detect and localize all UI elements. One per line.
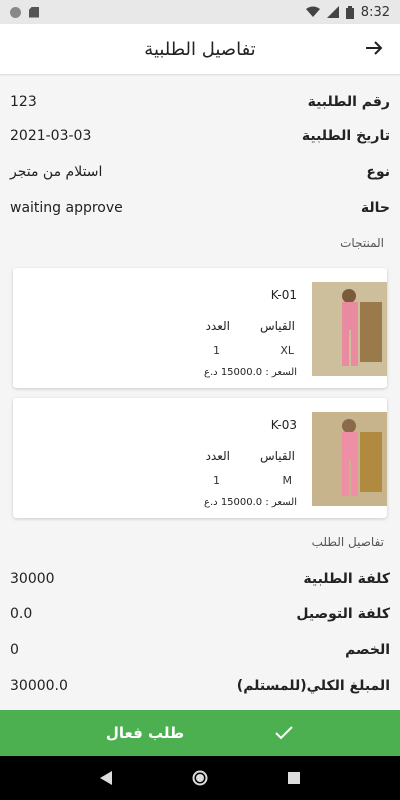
signal-icon	[326, 6, 339, 18]
order-date-label: تاريخ الطلبية	[301, 128, 390, 144]
product-qty-value: 1	[213, 474, 220, 487]
order-type-value: استلام من متجر	[10, 164, 103, 180]
product-price-label: السعر :	[265, 497, 297, 508]
active-order-button[interactable]: طلب فعال	[0, 710, 400, 756]
delivery-cost-value: 0.0	[10, 606, 33, 622]
product-price-currency: د.ع	[204, 367, 218, 378]
nav-recents-icon[interactable]	[288, 772, 300, 784]
products-section-title: المنتجات	[340, 236, 384, 250]
product-qty-label: العدد	[205, 449, 230, 463]
product-size-value: M	[282, 474, 293, 487]
order-number-value: 123	[10, 94, 37, 110]
discount-row: الخصم 0	[10, 637, 390, 663]
back-button[interactable]	[362, 36, 386, 60]
order-status-label: حالة	[360, 200, 390, 216]
total-amount-value: 30000.0	[10, 678, 68, 694]
active-order-label: طلب فعال	[105, 724, 185, 742]
arrow-right-icon	[366, 41, 383, 55]
product-price-line: السعر : 15000.0 د.ع	[204, 367, 297, 378]
order-date-value: 2021-03-03	[10, 128, 92, 144]
delivery-cost-label: كلفة التوصيل	[296, 606, 390, 622]
product-code: K-01	[270, 288, 297, 302]
order-date-row: تاريخ الطلبية 2021-03-03	[10, 123, 390, 149]
order-cost-label: كلفة الطلبية	[303, 571, 390, 587]
order-type-row: نوع استلام من متجر	[10, 159, 390, 185]
status-right: 8:32	[305, 4, 390, 20]
total-amount-label: المبلغ الكلي(للمستلم)	[236, 678, 390, 694]
sd-card-icon	[29, 6, 39, 18]
product-code: K-03	[270, 418, 297, 432]
wifi-icon	[305, 6, 320, 17]
order-cost-value: 30000	[10, 571, 55, 587]
page-title: تفاصيل الطلبية	[144, 38, 256, 60]
discount-label: الخصم	[345, 642, 390, 658]
status-bar: 8:32	[0, 0, 400, 24]
order-details-section-title: تفاصيل الطلب	[311, 535, 384, 549]
delivery-cost-row: كلفة التوصيل 0.0	[10, 601, 390, 627]
notification-dot-icon	[10, 6, 21, 18]
order-status-row: حالة waiting approve	[10, 195, 390, 221]
check-icon	[275, 726, 293, 740]
product-qty-value: 1	[213, 344, 220, 357]
order-cost-row: كلفة الطلبية 30000	[10, 566, 390, 592]
product-card[interactable]: K-01 القياس العدد XL 1 السعر : 15000.0 د…	[13, 268, 387, 388]
order-status-value: waiting approve	[10, 200, 123, 216]
status-time: 8:32	[360, 4, 390, 20]
product-card[interactable]: K-03 القياس العدد M 1 السعر : 15000.0 د.…	[13, 398, 387, 518]
product-image	[312, 282, 387, 376]
order-type-label: نوع	[366, 164, 390, 180]
product-size-value: XL	[280, 344, 294, 357]
system-nav-bar	[0, 756, 400, 800]
product-price-value: 15000.0	[220, 497, 263, 508]
nav-back-icon[interactable]	[100, 771, 112, 785]
battery-icon	[345, 5, 354, 19]
product-price-value: 15000.0	[220, 367, 263, 378]
product-image	[312, 412, 387, 506]
product-price-label: السعر :	[265, 367, 297, 378]
discount-value: 0	[10, 642, 19, 658]
nav-home-icon[interactable]	[192, 770, 208, 786]
app-bar: تفاصيل الطلبية	[0, 24, 400, 74]
product-price-currency: د.ع	[204, 497, 218, 508]
product-qty-label: العدد	[205, 319, 230, 333]
total-amount-row: المبلغ الكلي(للمستلم) 30000.0	[10, 673, 390, 699]
product-size-label: القياس	[260, 449, 295, 463]
status-left	[10, 6, 39, 18]
product-size-label: القياس	[260, 319, 295, 333]
product-price-line: السعر : 15000.0 د.ع	[204, 497, 297, 508]
order-number-row: رقم الطلبية 123	[10, 89, 390, 115]
order-number-label: رقم الطلبية	[307, 94, 390, 110]
